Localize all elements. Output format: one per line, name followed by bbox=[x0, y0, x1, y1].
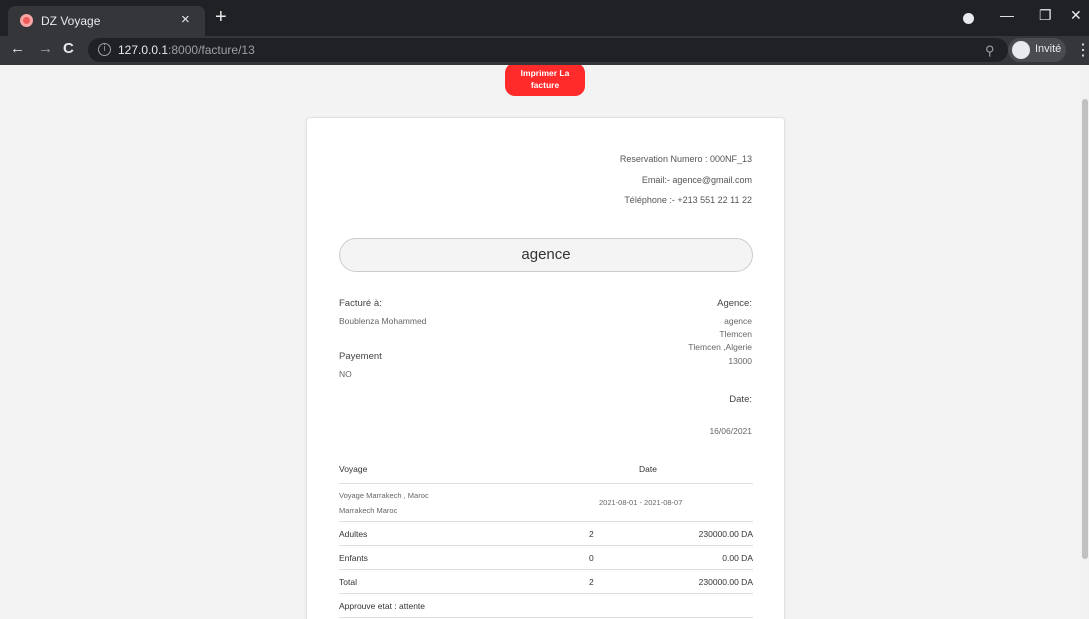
invoice-date: 16/06/2021 bbox=[709, 426, 752, 436]
agency-email: Email:- agence@gmail.com bbox=[641, 175, 752, 185]
browser-toolbar: ← → C i 127.0.0.1:8000/facture/13 bbox=[0, 36, 1089, 65]
trip-name: Voyage Marrakech , Maroc bbox=[339, 491, 429, 500]
profile-button[interactable]: Invité bbox=[1008, 38, 1066, 62]
page-scrollbar[interactable] bbox=[1081, 65, 1089, 619]
payment-value: NO bbox=[339, 369, 352, 379]
tab-title: DZ Voyage bbox=[41, 14, 101, 28]
tab-search-icon[interactable] bbox=[963, 13, 974, 24]
url-text[interactable]: 127.0.0.1:8000/facture/13 bbox=[118, 43, 255, 57]
row-qty-children: 0 bbox=[589, 553, 594, 563]
url-host: 127.0.0.1 bbox=[118, 43, 169, 57]
close-tab-icon[interactable]: × bbox=[181, 11, 190, 28]
agency-city: Tlemcen bbox=[719, 329, 752, 339]
table-row: Enfants 0 0.00 DA bbox=[339, 546, 753, 570]
trip-place: Marrakech Maroc bbox=[339, 506, 398, 515]
kebab-menu-icon[interactable]: ⋮ bbox=[1075, 40, 1089, 60]
new-tab-icon[interactable]: + bbox=[215, 7, 227, 27]
print-button-line-1: Imprimer La bbox=[520, 68, 570, 78]
favicon-icon bbox=[20, 14, 33, 27]
agency-region: Tlemcen ,Algerie bbox=[688, 342, 752, 352]
header-date: Date bbox=[639, 464, 657, 474]
billed-to-label: Facturé à: bbox=[339, 298, 382, 309]
zoom-icon[interactable]: ⚲ bbox=[985, 43, 995, 59]
agency-label: Agence: bbox=[717, 298, 752, 309]
reservation-number: Reservation Numero : 000NF_13 bbox=[619, 154, 752, 164]
payment-label: Payement bbox=[339, 351, 382, 362]
close-window-icon[interactable]: ✕ bbox=[1070, 7, 1082, 24]
profile-label: Invité bbox=[1035, 43, 1062, 55]
url-path: :8000/facture/13 bbox=[168, 43, 255, 57]
row-label-total: Total bbox=[339, 577, 357, 587]
date-label: Date: bbox=[729, 394, 752, 405]
invoice-table: Voyage Date Voyage Marrakech , Maroc Mar… bbox=[339, 458, 753, 618]
agency-name: agence bbox=[724, 316, 752, 326]
browser-tabstrip: DZ Voyage × + — ❐ ✕ bbox=[0, 0, 1089, 36]
trip-dates: 2021-08-01 - 2021-08-07 bbox=[599, 498, 683, 507]
agency-zip: 13000 bbox=[728, 356, 752, 366]
trip-row: Voyage Marrakech , Maroc Marrakech Maroc… bbox=[339, 484, 753, 522]
avatar-icon bbox=[1012, 41, 1030, 59]
row-label-children: Enfants bbox=[339, 553, 368, 563]
row-amount-children: 0.00 DA bbox=[722, 553, 753, 563]
table-row: Total 2 230000.00 DA bbox=[339, 570, 753, 594]
minimize-icon[interactable]: — bbox=[1000, 7, 1014, 23]
restore-icon[interactable]: ❐ bbox=[1039, 7, 1052, 24]
row-amount-total: 230000.00 DA bbox=[698, 577, 753, 587]
table-row: Adultes 2 230000.00 DA bbox=[339, 522, 753, 546]
status-row: Approuve etat : attente bbox=[339, 594, 753, 618]
reload-icon[interactable]: C bbox=[63, 40, 74, 57]
page-viewport: Imprimer La facture Reservation Numero :… bbox=[0, 65, 1089, 619]
approval-status: Approuve etat : attente bbox=[339, 601, 426, 611]
print-button-line-2: facture bbox=[530, 80, 560, 90]
back-arrow-icon[interactable]: ← bbox=[10, 40, 25, 57]
row-qty-adults: 2 bbox=[589, 529, 594, 539]
row-qty-total: 2 bbox=[589, 577, 594, 587]
agency-phone: Téléphone :- +213 551 22 11 22 bbox=[624, 195, 752, 205]
browser-tab[interactable]: DZ Voyage × bbox=[8, 6, 205, 36]
row-amount-adults: 230000.00 DA bbox=[698, 529, 753, 539]
info-icon[interactable]: i bbox=[98, 43, 111, 56]
header-voyage: Voyage bbox=[339, 464, 368, 474]
scrollbar-thumb[interactable] bbox=[1082, 99, 1088, 559]
agency-banner: agence bbox=[339, 238, 753, 272]
address-bar[interactable]: i 127.0.0.1:8000/facture/13 bbox=[88, 38, 1008, 62]
invoice-card: Reservation Numero : 000NF_13 Email:- ag… bbox=[306, 117, 785, 619]
billed-to-name: Boublenza Mohammed bbox=[339, 316, 427, 326]
forward-arrow-icon[interactable]: → bbox=[38, 40, 53, 57]
table-header-row: Voyage Date bbox=[339, 458, 753, 484]
row-label-adults: Adultes bbox=[339, 529, 368, 539]
print-invoice-button[interactable]: Imprimer La facture bbox=[505, 65, 585, 96]
